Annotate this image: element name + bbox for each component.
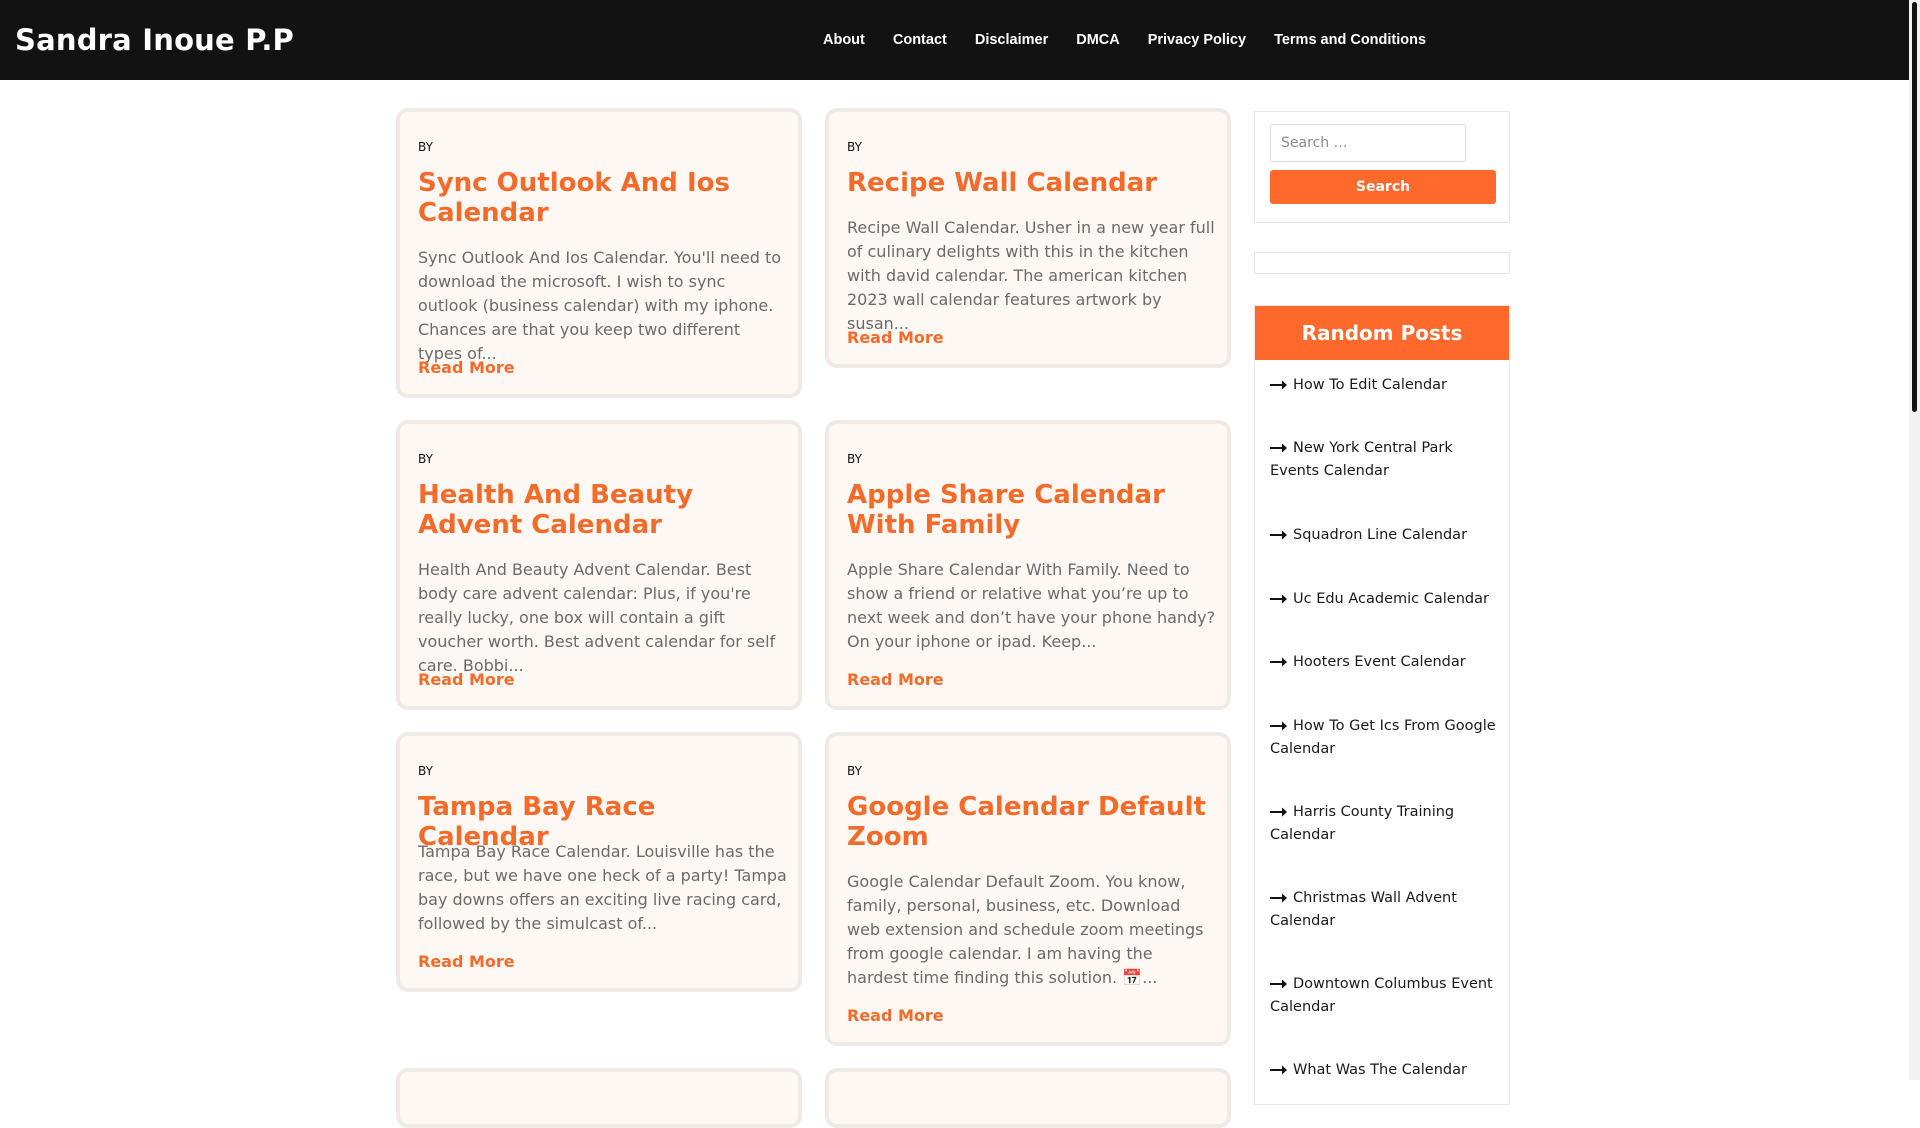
long-arrow-right-icon [1270,530,1287,540]
search-input[interactable] [1270,124,1466,162]
random-posts-widget: Random Posts How To Edit Calendar New Yo… [1254,305,1510,1105]
post-byline: BY [418,140,433,154]
nav-item-disclaimer[interactable]: Disclaimer [975,32,1048,48]
post-excerpt: Tampa Bay Race Calendar. Louisville has … [418,842,787,933]
post-card-partial [825,1068,1231,1128]
nav-item-contact[interactable]: Contact [893,32,947,48]
post-card-partial [396,1068,802,1128]
long-arrow-right-icon [1270,380,1287,390]
post-card: BY Google Calendar Default Zoom Google C… [825,732,1231,1046]
post-byline: BY [847,140,862,154]
nav-item-dmca[interactable]: DMCA [1076,32,1120,48]
search-widget: Search [1254,111,1510,223]
random-post-link[interactable]: Uc Edu Academic Calendar [1270,588,1500,611]
post-excerpt: Health And Beauty Advent Calendar. Best … [418,560,776,675]
nav-item-about[interactable]: About [823,32,865,48]
read-more-link[interactable]: Read More [418,670,515,689]
random-post-link[interactable]: Christmas Wall Advent Calendar [1270,887,1500,933]
read-more-link[interactable]: Read More [847,1006,944,1025]
random-posts-heading: Random Posts [1255,306,1509,360]
random-post-link[interactable]: Harris County Training Calendar [1270,801,1500,847]
random-post-link[interactable]: Downtown Columbus Event Calendar [1270,973,1500,1019]
site-header: Sandra Inoue P.P About Contact Disclaime… [0,0,1909,80]
empty-widget [1254,252,1510,274]
random-post-title: How To Get Ics From Google Calendar [1270,718,1496,757]
post-title[interactable]: Apple Share Calendar With Family [847,480,1217,540]
search-button[interactable]: Search [1270,170,1496,204]
random-post-title: How To Edit Calendar [1293,377,1448,393]
long-arrow-right-icon [1270,594,1287,604]
post-excerpt: Sync Outlook And Ios Calendar. You'll ne… [418,248,782,363]
random-post-title: Hooters Event Calendar [1293,654,1466,670]
post-excerpt: Recipe Wall Calendar. Usher in a new yea… [847,218,1215,333]
random-post-link[interactable]: How To Edit Calendar [1270,374,1500,397]
random-post-link[interactable]: Hooters Event Calendar [1270,651,1500,674]
long-arrow-right-icon [1270,721,1287,731]
page-scrollbar-thumb[interactable] [1912,2,1917,412]
main-nav: About Contact Disclaimer DMCA Privacy Po… [823,0,1454,80]
post-title[interactable]: Health And Beauty Advent Calendar [418,480,788,540]
long-arrow-right-icon [1270,979,1287,989]
read-more-link[interactable]: Read More [847,328,944,347]
random-post-link[interactable]: New York Central Park Events Calendar [1270,437,1500,483]
random-post-title: New York Central Park Events Calendar [1270,440,1453,479]
nav-item-privacy-policy[interactable]: Privacy Policy [1148,32,1246,48]
post-title[interactable]: Google Calendar Default Zoom [847,792,1217,852]
post-title[interactable]: Sync Outlook And Ios Calendar [418,168,788,228]
random-post-title: Harris County Training Calendar [1270,804,1455,843]
long-arrow-right-icon [1270,893,1287,903]
post-card: BY Recipe Wall Calendar Recipe Wall Cale… [825,108,1231,368]
random-post-title: Uc Edu Academic Calendar [1293,591,1489,607]
random-post-title: Downtown Columbus Event Calendar [1270,976,1493,1015]
random-post-title: What Was The Calendar [1293,1062,1467,1078]
post-excerpt: Google Calendar Default Zoom. You know, … [847,872,1204,987]
read-more-link[interactable]: Read More [418,358,515,377]
long-arrow-right-icon [1270,1065,1287,1075]
post-byline: BY [418,764,433,778]
site-title[interactable]: Sandra Inoue P.P [15,20,294,60]
long-arrow-right-icon [1270,807,1287,817]
long-arrow-right-icon [1270,657,1287,667]
long-arrow-right-icon [1270,443,1287,453]
post-card: BY Sync Outlook And Ios Calendar Sync Ou… [396,108,802,398]
random-post-title: Squadron Line Calendar [1293,527,1468,543]
read-more-link[interactable]: Read More [847,670,944,689]
post-card: BY Tampa Bay Race Calendar Tampa Bay Rac… [396,732,802,992]
read-more-link[interactable]: Read More [418,952,515,971]
post-byline: BY [847,452,862,466]
post-byline: BY [847,764,862,778]
random-post-link[interactable]: What Was The Calendar [1270,1059,1500,1082]
random-post-link[interactable]: Squadron Line Calendar [1270,524,1500,547]
nav-item-terms[interactable]: Terms and Conditions [1274,32,1426,48]
post-card: BY Apple Share Calendar With Family Appl… [825,420,1231,710]
random-post-link[interactable]: How To Get Ics From Google Calendar [1270,715,1500,761]
random-post-title: Christmas Wall Advent Calendar [1270,890,1457,929]
post-byline: BY [418,452,433,466]
post-title[interactable]: Recipe Wall Calendar [847,168,1217,198]
post-card: BY Health And Beauty Advent Calendar Hea… [396,420,802,710]
post-excerpt: Apple Share Calendar With Family. Need t… [847,560,1216,651]
